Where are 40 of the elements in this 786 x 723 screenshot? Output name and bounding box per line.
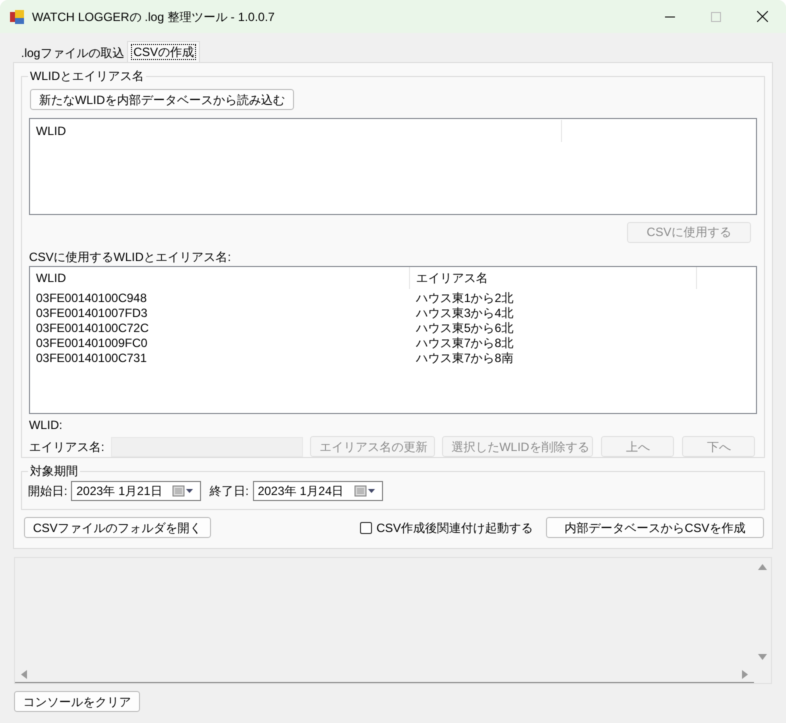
table-cell-text: 03FE00140100C948 [35,290,148,306]
scroll-left-icon[interactable] [21,670,27,678]
close-icon[interactable] [757,11,768,22]
group-title: WLIDとエイリアス名 [28,69,146,83]
calendar-dropdown-icon [354,484,378,496]
field-label: 終了日: [209,482,249,500]
scroll-up-icon[interactable] [758,564,767,570]
scroll-down-icon[interactable] [758,654,767,660]
table-cell-text: ハウス東7から8南 [415,350,514,366]
button[interactable]: CSVファイルのフォルダを開く [24,517,211,538]
button[interactable]: 新たなWLIDを内部データベースから読み込む [30,89,294,110]
field-label: 開始日: [28,482,68,500]
table-cell-text: ハウス東5から6北 [415,320,514,336]
column-header[interactable]: エイリアス名 [410,266,697,289]
column-header[interactable]: WLID [30,120,562,142]
list-view[interactable]: WLID エイリアス名 03FE00140100C948 ハウス東1から2北 03FE001401007FD3 ハウス東3から4北 03FE00140100C72C ハウス東5から6北 03FE001401009FC0 ハウス東7から8北 03FE00140100C731 ハウス東7から8南 [29,266,757,414]
date-picker[interactable]: 2023年 1月21日 [71,480,202,500]
tab[interactable]: CSVの作成 [127,41,200,62]
field-label: WLID: [29,418,64,432]
list-label: CSVに使用するWLIDとエイリアス名: [29,250,232,264]
scroll-right-icon[interactable] [742,670,748,678]
column-header[interactable]: WLID [30,266,410,289]
table-cell-text: 03FE001401009FC0 [35,336,148,351]
table-cell-text: ハウス東1から2北 [415,290,514,306]
app-icon [10,10,24,24]
button[interactable]: コンソールをクリア [14,691,140,712]
field-label: エイリアス名: [29,438,104,456]
table-cell-text: ハウス東3から4北 [415,306,514,321]
list-view[interactable]: WLID [29,118,757,215]
table-cell-text: 03FE00140100C72C [35,320,150,336]
window-title: WATCH LOGGERの .log 整理ツール - 1.0.0.7 [32,8,275,26]
table-cell-text: 03FE001401007FD3 [35,306,148,321]
maximize-icon[interactable] [711,12,721,22]
date-picker[interactable]: 2023年 1月24日 [252,480,383,500]
tab[interactable]: .logファイルの取込 [18,43,128,62]
button[interactable]: 内部データベースからCSVを作成 [546,517,764,538]
checkbox[interactable]: CSV作成後関連付け起動する [360,518,533,536]
table-cell-text: ハウス東7から8北 [415,336,514,351]
group-title: 対象期間 [28,464,80,478]
table-cell-text: 03FE00140100C731 [35,350,148,366]
